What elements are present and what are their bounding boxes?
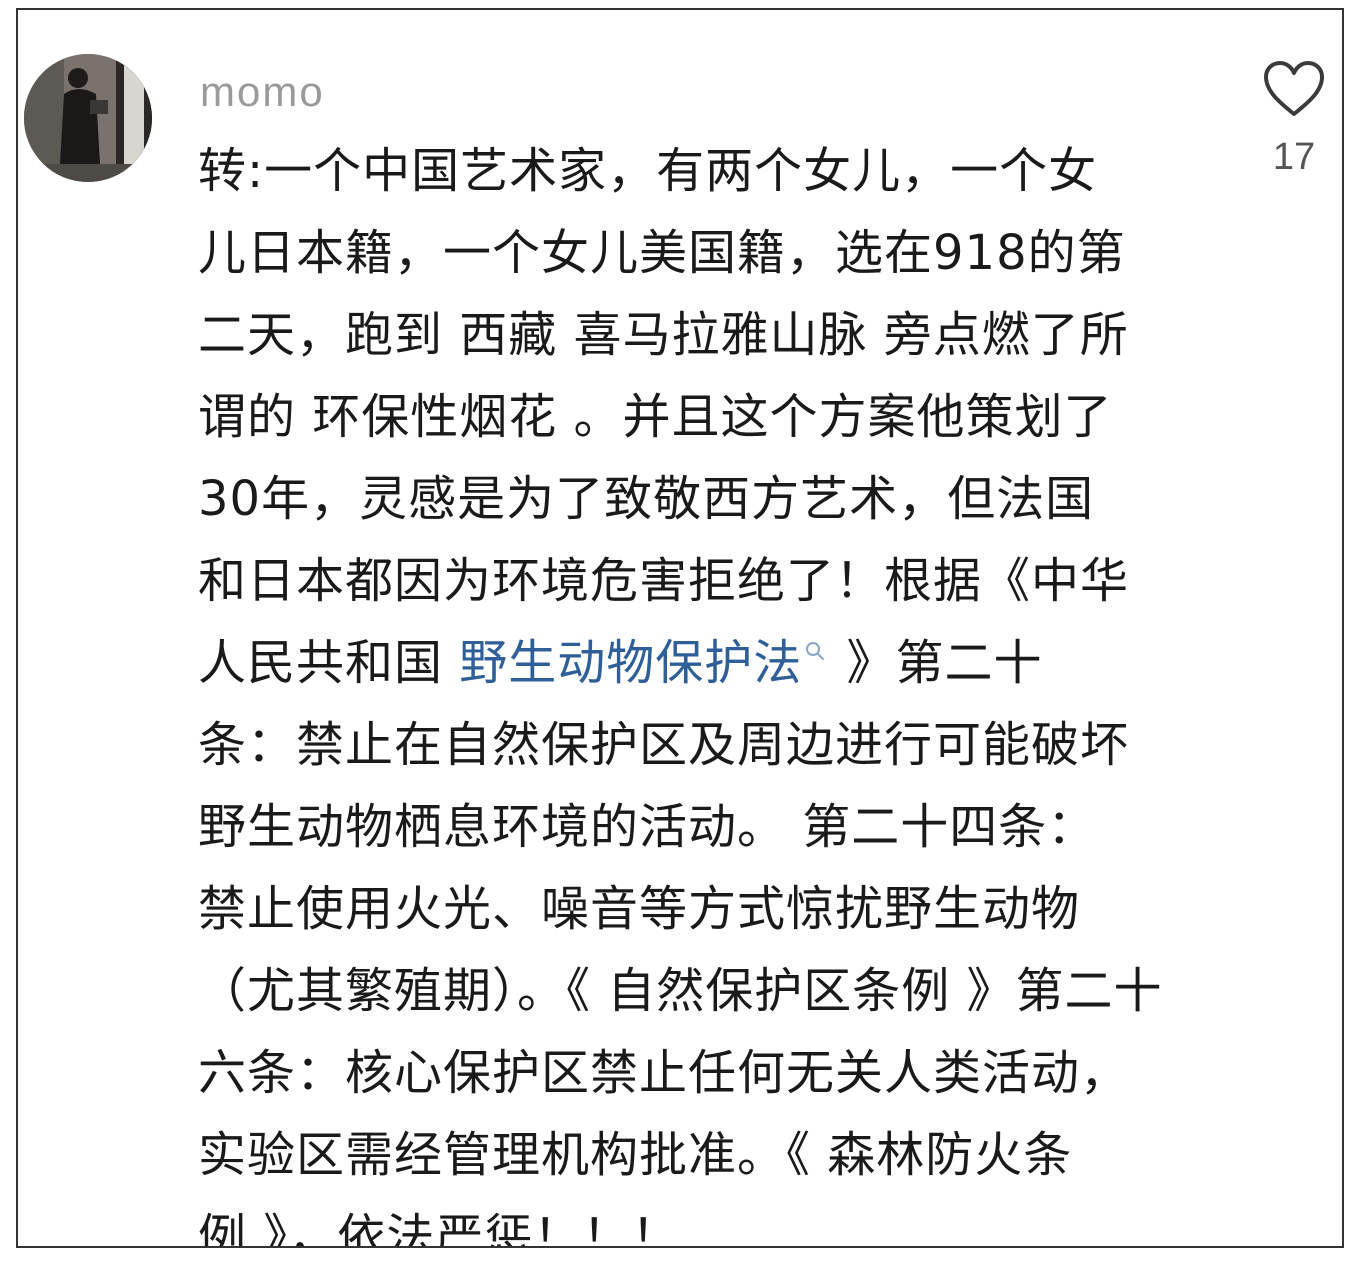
comment-text-segment: 转:一个中国艺术家，有两个女儿，一个女 [198,143,1098,199]
comment-line: 野生动物栖息环境的活动。 第二十四条： [198,786,1208,868]
comment-line: 谓的 环保性烟花 。并且这个方案他策划了 [198,376,1208,458]
search-icon[interactable] [804,640,826,662]
comment-line: 人民共和国 野生动物保护法 》第二十 [198,622,1208,704]
like-area: 17 [1254,60,1334,179]
comment-line: 禁止使用火光、噪音等方式惊扰野生动物 [198,868,1208,950]
comment-text-segment: 条：禁止在自然保护区及周边进行可能破坏 [198,717,1130,773]
heart-icon[interactable] [1263,60,1325,118]
comment-text-segment: 人民共和国 [198,635,460,691]
comment-card: momo 转:一个中国艺术家，有两个女儿，一个女 儿日本籍，一个女儿美国籍，选在9… [16,8,1344,1248]
comment-line: （尤其繁殖期）。《 自然保护区条例 》第二十 [198,950,1208,1032]
comment-line: 条：禁止在自然保护区及周边进行可能破坏 [198,704,1208,786]
comment-line: 转:一个中国艺术家，有两个女儿，一个女 [198,130,1208,212]
username[interactable]: momo [200,64,325,120]
like-count: 17 [1272,136,1316,178]
comment-text-segment: 30年，灵感是为了致敬西方艺术，但法国 [198,471,1095,527]
comment-text-segment: 禁止使用火光、噪音等方式惊扰野生动物 [198,881,1081,937]
law-link[interactable]: 野生动物保护法 [459,635,802,691]
comment-line: 儿日本籍，一个女儿美国籍，选在918的第 [198,212,1208,294]
comment-line: 和日本都因为环境危害拒绝了！根据《中华 [198,540,1208,622]
comment-text-segment: 谓的 环保性烟花 。并且这个方案他策划了 [198,389,1113,445]
comment-text: 转:一个中国艺术家，有两个女儿，一个女 儿日本籍，一个女儿美国籍，选在918的第二… [198,130,1208,1248]
comment-line: 例 》，依法严惩！！！ [198,1196,1208,1248]
comment-text-segment: 二天，跑到 西藏 喜马拉雅山脉 旁点燃了所 [198,307,1129,363]
avatar[interactable] [24,54,152,182]
comment-text-segment: 六条：核心保护区禁止任何无关人类活动， [198,1045,1130,1101]
comment-text-segment: 例 》，依法严惩！！！ [198,1209,681,1248]
comment-text-segment: 儿日本籍，一个女儿美国籍，选在918的第 [198,225,1126,281]
comment-line: 实验区需经管理机构批准。《 森林防火条 [198,1114,1208,1196]
comment-text-segment: （尤其繁殖期）。《 自然保护区条例 》第二十 [198,963,1163,1019]
comment-text-segment: 实验区需经管理机构批准。《 森林防火条 [198,1127,1073,1183]
comment-line: 30年，灵感是为了致敬西方艺术，但法国 [198,458,1208,540]
comment-line: 二天，跑到 西藏 喜马拉雅山脉 旁点燃了所 [198,294,1208,376]
comment-text-segment: 和日本都因为环境危害拒绝了！根据《中华 [198,553,1130,609]
comment-text-segment: 》第二十 [830,635,1043,691]
comment-line: 六条：核心保护区禁止任何无关人类活动， [198,1032,1208,1114]
comment-text-segment: 野生动物栖息环境的活动。 第二十四条： [198,799,1097,855]
